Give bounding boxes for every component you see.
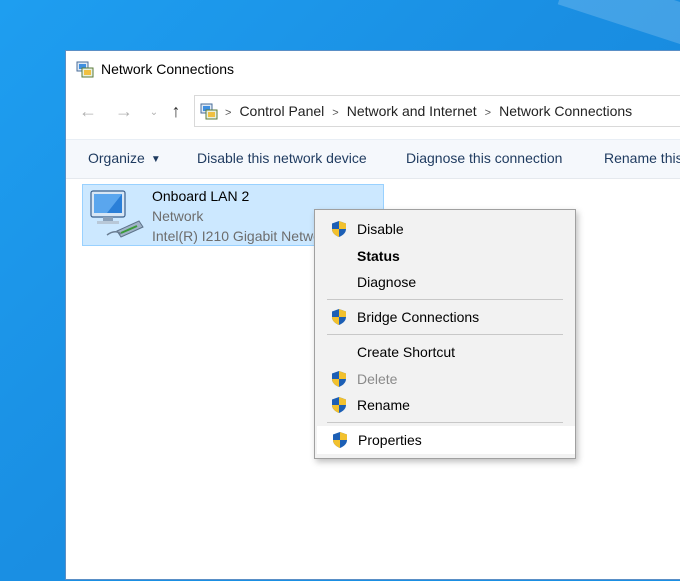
caret-down-icon: ▼ [150,154,161,165]
menu-separator [327,334,563,335]
menu-item-bridge-connections[interactable]: Bridge Connections [317,304,573,330]
menu-separator [327,422,563,423]
menu-item-create-shortcut[interactable]: Create Shortcut [317,339,573,365]
connection-name: Onboard LAN 2 [152,188,250,204]
uac-shield-icon [332,221,346,237]
breadcrumb-separator[interactable]: > [485,107,491,119]
menu-item-label: Diagnose [357,274,417,290]
menu-item-delete: Delete [317,366,573,392]
menu-item-label: Create Shortcut [357,344,456,360]
wallpaper-light-streak [557,0,680,54]
connection-type: Network [152,208,204,224]
breadcrumb: > Control Panel > Network and Internet > Netw… [225,103,632,119]
menu-item-label: Status [357,248,400,264]
breadcrumb-network-connections[interactable]: Network Connections [499,103,632,119]
organize-button[interactable]: Organize ▼ [88,150,161,166]
network-connections-icon [76,61,94,78]
title-bar[interactable]: Network Connections [66,51,680,87]
breadcrumb-separator[interactable]: > [332,107,338,119]
network-connections-icon [200,103,218,120]
command-bar: Organize ▼ Disable this network device Di… [66,139,680,179]
uac-shield-icon [332,397,346,413]
menu-separator [327,299,563,300]
menu-item-label: Bridge Connections [357,309,480,325]
diagnose-connection-button[interactable]: Diagnose this connection [406,150,562,166]
window-title: Network Connections [101,61,235,77]
organize-label: Organize [88,150,145,166]
menu-item-rename[interactable]: Rename [317,392,573,418]
network-adapter-icon [90,190,144,238]
menu-item-disable[interactable]: Disable [317,216,573,242]
uac-shield-icon [333,432,347,448]
rename-connection-button[interactable]: Rename this [604,150,680,166]
back-arrow-icon[interactable]: ← [78,101,98,121]
context-menu: Disable Status Diagnose Bridge Connectio… [314,209,576,459]
forward-arrow-icon[interactable]: → [114,101,134,121]
breadcrumb-separator[interactable]: > [225,107,231,119]
uac-shield-icon [332,309,346,325]
breadcrumb-control-panel[interactable]: Control Panel [239,103,324,119]
uac-shield-icon [332,371,346,387]
menu-item-label: Disable [357,221,404,237]
menu-item-label: Properties [358,432,422,448]
breadcrumb-network-and-internet[interactable]: Network and Internet [347,103,477,119]
menu-item-label: Rename [357,397,410,413]
disable-network-device-button[interactable]: Disable this network device [197,150,367,166]
address-bar[interactable]: > Control Panel > Network and Internet > Netw… [194,95,680,127]
recent-locations-chevron-icon[interactable]: ⌄ [144,103,164,123]
up-arrow-icon[interactable]: ↑ [166,101,186,121]
menu-item-label: Delete [357,371,398,387]
navigation-bar: ← → ⌄ ↑ > Control Panel > Network and Inter… [66,89,680,133]
menu-item-status[interactable]: Status [317,243,573,269]
menu-item-diagnose[interactable]: Diagnose [317,269,573,295]
menu-item-properties[interactable]: Properties [317,426,575,454]
